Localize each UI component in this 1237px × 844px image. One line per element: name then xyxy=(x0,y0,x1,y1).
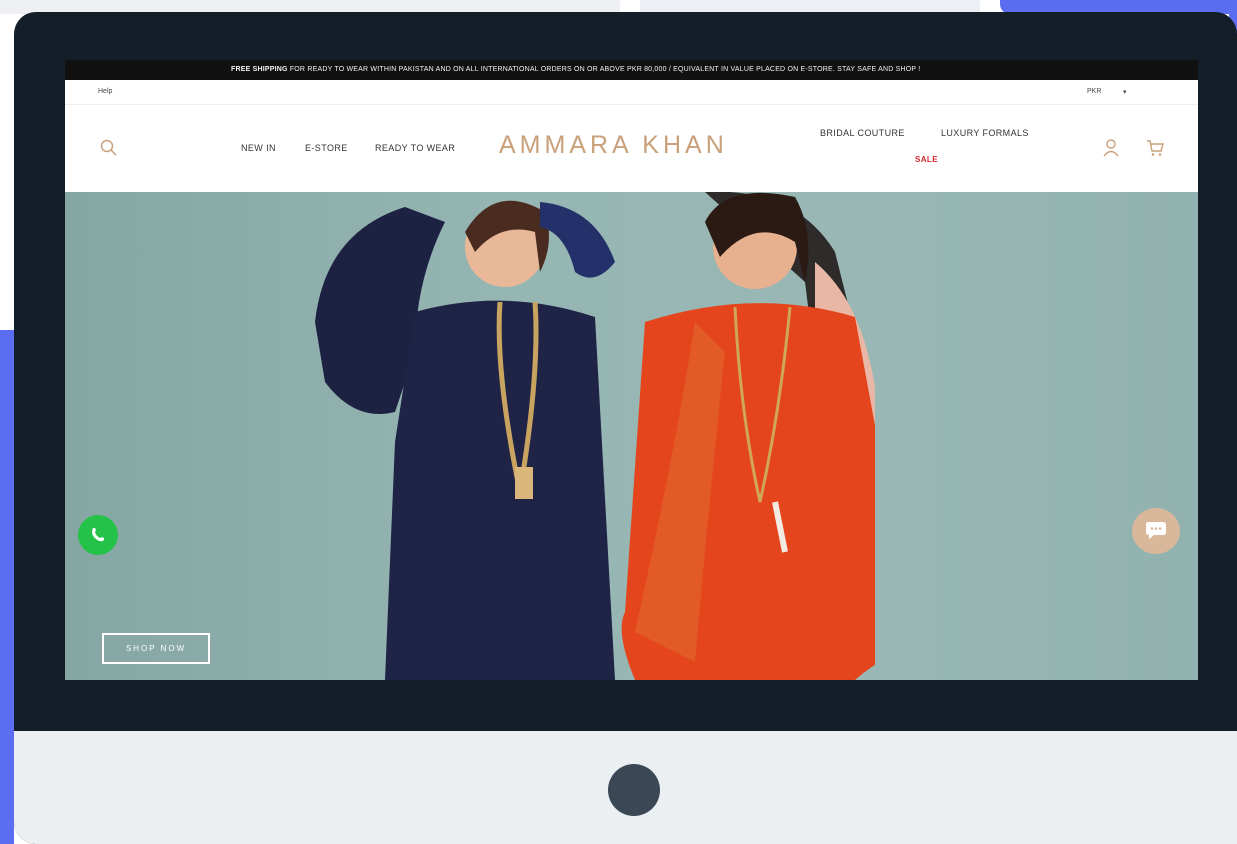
chevron-down-icon[interactable]: ▾ xyxy=(1123,88,1127,96)
model-orange-dress-image xyxy=(621,192,875,680)
website-screen: FREE SHIPPING FOR READY TO WEAR WITHIN P… xyxy=(65,60,1198,680)
nav-bridal-couture[interactable]: BRIDAL COUTURE xyxy=(820,128,905,138)
monitor-home-button xyxy=(608,764,660,816)
hero-banner: SHOP NOW xyxy=(65,192,1198,680)
shop-now-button[interactable]: SHOP NOW xyxy=(102,633,210,664)
speech-bubble-icon xyxy=(1146,522,1166,539)
brand-logo[interactable]: AMMARA KHAN xyxy=(499,131,728,160)
cart-icon[interactable] xyxy=(1145,138,1165,158)
monitor-frame: FREE SHIPPING FOR READY TO WEAR WITHIN P… xyxy=(14,12,1237,844)
nav-sale[interactable]: SALE xyxy=(915,155,938,164)
announcement-text: FOR READY TO WEAR WITHIN PAKISTAN AND ON… xyxy=(287,66,921,73)
announcement-bold: FREE SHIPPING xyxy=(231,66,288,73)
nav-ready-to-wear[interactable]: READY TO WEAR xyxy=(375,143,455,153)
nav-luxury-formals[interactable]: LUXURY FORMALS xyxy=(941,128,1029,138)
help-link[interactable]: Help xyxy=(98,88,112,95)
whatsapp-icon[interactable] xyxy=(78,515,118,555)
nav-estore[interactable]: E-STORE xyxy=(305,143,348,153)
background-accent xyxy=(0,330,14,844)
main-navbar: NEW IN E-STORE READY TO WEAR AMMARA KHAN… xyxy=(65,105,1198,192)
announcement-bar: FREE SHIPPING FOR READY TO WEAR WITHIN P… xyxy=(65,60,1198,80)
phone-icon xyxy=(92,527,105,542)
utility-bar: Help PKR ▾ xyxy=(65,80,1198,105)
currency-selector[interactable]: PKR xyxy=(1087,88,1101,95)
nav-new-in[interactable]: NEW IN xyxy=(241,143,276,153)
user-icon[interactable] xyxy=(1102,138,1120,158)
chat-icon[interactable] xyxy=(1132,508,1180,554)
search-icon[interactable] xyxy=(99,138,119,158)
